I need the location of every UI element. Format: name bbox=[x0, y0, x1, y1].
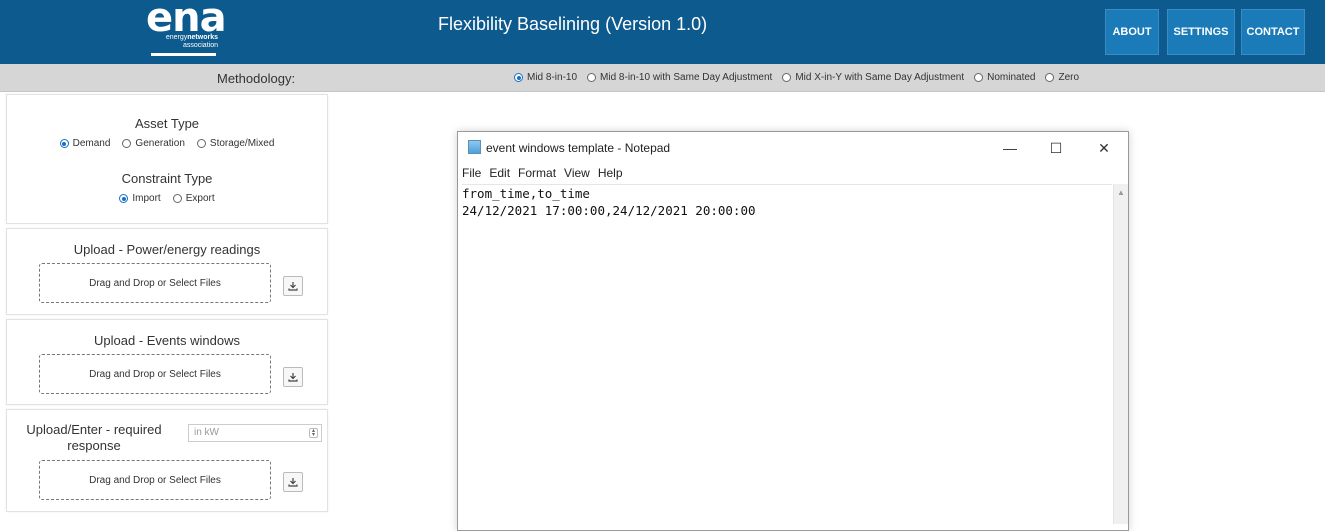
ena-logo: ena energynetworks association bbox=[146, 0, 227, 60]
methodology-label: Methodology: bbox=[217, 71, 296, 86]
radio-selected-icon bbox=[119, 194, 129, 203]
method-mid-8-in-10[interactable]: Mid 8-in-10 bbox=[514, 72, 577, 83]
upload-response-panel: Upload/Enter - required response in kW ▴… bbox=[6, 409, 328, 512]
method-mid-x-in-y-sda[interactable]: Mid X-in-Y with Same Day Adjustment bbox=[782, 72, 964, 83]
radio-icon bbox=[587, 73, 597, 82]
radio-icon bbox=[782, 73, 792, 82]
radio-icon bbox=[196, 139, 206, 148]
minimize-button[interactable]: — bbox=[990, 136, 1030, 160]
notepad-menubar: File Edit Format View Help bbox=[462, 166, 623, 180]
maximize-button[interactable]: ☐ bbox=[1036, 136, 1076, 160]
notepad-icon bbox=[468, 140, 481, 154]
radio-icon bbox=[122, 139, 132, 148]
download-icon bbox=[288, 282, 298, 291]
notepad-window: event windows template - Notepad — ☐ ✕ F… bbox=[457, 131, 1129, 531]
spinner-icon[interactable]: ▴ ▾ bbox=[309, 428, 318, 438]
menu-edit[interactable]: Edit bbox=[489, 166, 510, 180]
scroll-up-icon[interactable]: ▲ bbox=[1117, 188, 1125, 197]
method-mid-8-in-10-sda[interactable]: Mid 8-in-10 with Same Day Adjustment bbox=[587, 72, 772, 83]
menu-help[interactable]: Help bbox=[598, 166, 623, 180]
upload-response-title: Upload/Enter - required response bbox=[26, 422, 162, 453]
upload-events-panel: Upload - Events windows Drag and Drop or… bbox=[6, 319, 328, 405]
menu-file[interactable]: File bbox=[462, 166, 481, 180]
constraint-type-options: Import Export bbox=[7, 193, 327, 204]
asset-type-options: Demand Generation Storage/Mixed bbox=[7, 138, 327, 149]
vertical-scrollbar[interactable]: ▲ bbox=[1113, 184, 1128, 524]
asset-generation[interactable]: Generation bbox=[122, 138, 185, 149]
upload-power-panel: Upload - Power/energy readings Drag and … bbox=[6, 228, 328, 315]
contact-button[interactable]: CONTACT bbox=[1241, 9, 1305, 55]
required-response-input[interactable]: in kW ▴ ▾ bbox=[188, 424, 322, 442]
menu-view[interactable]: View bbox=[564, 166, 590, 180]
logo-underline bbox=[151, 53, 216, 56]
constraint-import[interactable]: Import bbox=[119, 193, 161, 204]
upload-events-title: Upload - Events windows bbox=[94, 333, 240, 348]
notepad-titlebar[interactable]: event windows template - Notepad — ☐ ✕ bbox=[458, 132, 1128, 162]
asset-demand[interactable]: Demand bbox=[59, 138, 110, 149]
download-template-button[interactable] bbox=[283, 276, 303, 296]
radio-icon bbox=[1045, 73, 1055, 82]
download-icon bbox=[288, 373, 298, 382]
settings-button[interactable]: SETTINGS bbox=[1167, 9, 1235, 55]
methodology-options: Mid 8-in-10 Mid 8-in-10 with Same Day Ad… bbox=[514, 72, 1079, 83]
radio-selected-icon bbox=[59, 139, 69, 148]
upload-response-dropzone[interactable]: Drag and Drop or Select Files bbox=[39, 460, 271, 500]
about-button[interactable]: ABOUT bbox=[1105, 9, 1159, 55]
download-icon bbox=[288, 478, 298, 487]
radio-icon bbox=[172, 194, 182, 203]
method-zero[interactable]: Zero bbox=[1045, 72, 1079, 83]
menu-format[interactable]: Format bbox=[518, 166, 556, 180]
asset-type-title: Asset Type bbox=[134, 116, 200, 131]
method-nominated[interactable]: Nominated bbox=[974, 72, 1035, 83]
close-button[interactable]: ✕ bbox=[1084, 136, 1124, 160]
asset-panel: Asset Type Demand Generation Storage/Mix… bbox=[6, 94, 328, 224]
upload-power-title: Upload - Power/energy readings bbox=[73, 242, 261, 257]
constraint-export[interactable]: Export bbox=[172, 193, 215, 204]
notepad-title: event windows template - Notepad bbox=[486, 141, 671, 155]
app-header: ena energynetworks association Flexibili… bbox=[0, 0, 1325, 64]
constraint-type-title: Constraint Type bbox=[121, 171, 213, 186]
logo-line2: association bbox=[182, 42, 218, 49]
logo-mark: ena bbox=[146, 0, 227, 41]
notepad-text-area[interactable]: from_time,to_time 24/12/2021 17:00:00,24… bbox=[462, 184, 1112, 525]
radio-selected-icon bbox=[514, 73, 523, 82]
upload-power-dropzone[interactable]: Drag and Drop or Select Files bbox=[39, 263, 271, 303]
download-template-button[interactable] bbox=[283, 367, 303, 387]
methodology-bar: Methodology: Mid 8-in-10 Mid 8-in-10 wit… bbox=[0, 64, 1325, 92]
app-title: Flexibility Baselining (Version 1.0) bbox=[438, 14, 708, 34]
upload-events-dropzone[interactable]: Drag and Drop or Select Files bbox=[39, 354, 271, 394]
asset-storage-mixed[interactable]: Storage/Mixed bbox=[196, 138, 274, 149]
download-template-button[interactable] bbox=[283, 472, 303, 492]
radio-icon bbox=[974, 73, 984, 82]
